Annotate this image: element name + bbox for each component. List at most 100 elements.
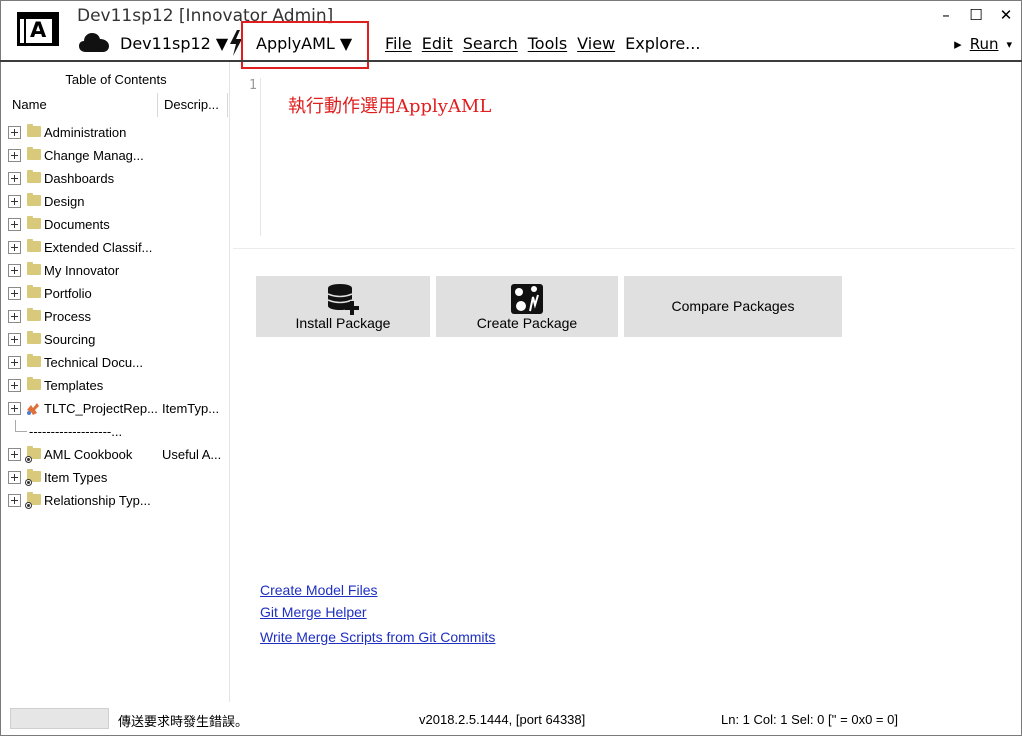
shortcut-badge-icon	[25, 479, 32, 486]
expand-icon[interactable]	[8, 494, 21, 507]
cursor-position: Ln: 1 Col: 1 Sel: 0 ['' = 0x0 = 0]	[721, 712, 898, 727]
app-logo: A	[17, 12, 59, 46]
tree-item-label: Change Manag...	[44, 148, 144, 163]
line-number: 1	[249, 78, 257, 93]
table-of-contents-panel: Table of Contents Name Descrip... Admini…	[1, 62, 229, 702]
tree-item-administration[interactable]: Administration	[1, 121, 229, 144]
install-package-button[interactable]: Install Package	[256, 276, 430, 337]
cloud-icon[interactable]	[79, 31, 109, 53]
folder-icon	[27, 147, 41, 160]
close-button[interactable]: ✕	[998, 6, 1014, 24]
tree-item-dashboards[interactable]: Dashboards	[1, 167, 229, 190]
menu-file[interactable]: File	[385, 34, 412, 53]
column-divider[interactable]	[227, 93, 228, 117]
create-package-label: Create Package	[476, 315, 578, 331]
tree-item-label: Dashboards	[44, 171, 115, 186]
editor-gutter	[260, 78, 261, 236]
expand-icon[interactable]	[8, 402, 21, 415]
window-controls: – ☐ ✕	[938, 6, 1014, 24]
menu-explore[interactable]: Explore...	[625, 34, 700, 53]
expand-icon[interactable]	[8, 333, 21, 346]
folder-icon	[27, 377, 41, 390]
tree-item-templates[interactable]: Templates	[1, 374, 229, 397]
run-label: Run	[969, 35, 999, 53]
menu-tools[interactable]: Tools	[528, 34, 567, 53]
tree-item-label: Extended Classif...	[44, 240, 153, 255]
toc-title: Table of Contents	[65, 72, 167, 87]
menu-view[interactable]: View	[577, 34, 615, 53]
tree-item-label: Templates	[44, 378, 104, 393]
tree-item-label: Sourcing	[44, 332, 96, 347]
expand-icon[interactable]	[8, 126, 21, 139]
expand-icon[interactable]	[8, 287, 21, 300]
shortcut-badge-icon	[25, 456, 32, 463]
tree-connector	[15, 431, 27, 432]
tree-item-documents[interactable]: Documents	[1, 213, 229, 236]
expand-icon[interactable]	[8, 195, 21, 208]
compare-packages-button[interactable]: Compare Packages	[624, 276, 842, 337]
tree-item-label: Design	[44, 194, 85, 209]
tree-item-extended-classification[interactable]: Extended Classif...	[1, 236, 229, 259]
maximize-button[interactable]: ☐	[968, 6, 984, 24]
tree-item-portfolio[interactable]: Portfolio	[1, 282, 229, 305]
tree-item-relationship-types[interactable]: Relationship Typ...	[1, 489, 229, 512]
tree-item-label: Administration	[44, 125, 127, 140]
git-merge-helper-link[interactable]: Git Merge Helper	[260, 604, 367, 620]
tree-item-label: Documents	[44, 217, 110, 232]
column-header-name[interactable]: Name	[12, 97, 47, 112]
expand-icon[interactable]	[8, 471, 21, 484]
folder-icon	[27, 216, 41, 229]
run-dropdown-icon[interactable]: ▾	[1006, 38, 1012, 51]
panel-splitter[interactable]	[229, 62, 230, 702]
tree-item-tltc-projectreport[interactable]: TLTC_ProjectRep... ItemTyp...	[1, 397, 229, 420]
folder-icon	[27, 239, 41, 252]
run-button[interactable]: ▸ Run ▾	[954, 35, 1012, 53]
itemtype-icon	[27, 403, 39, 415]
create-package-icon	[511, 284, 543, 314]
tree-separator-item: -------------------...	[1, 420, 229, 443]
tree-item-label: My Innovator	[44, 263, 120, 278]
tree-item-design[interactable]: Design	[1, 190, 229, 213]
compare-packages-label: Compare Packages	[671, 298, 795, 314]
tree-item-technical-documents[interactable]: Technical Docu...	[1, 351, 229, 374]
folder-icon	[27, 331, 41, 344]
aml-editor[interactable]: 1 執行動作選用ApplyAML	[240, 70, 1015, 246]
menu-edit[interactable]: Edit	[422, 34, 453, 53]
create-model-files-link[interactable]: Create Model Files	[260, 582, 378, 598]
tree-item-description: Useful A...	[162, 447, 222, 462]
tree-item-change-management[interactable]: Change Manag...	[1, 144, 229, 167]
expand-icon[interactable]	[8, 218, 21, 231]
logo-letter: A	[30, 18, 47, 42]
progress-box	[10, 708, 109, 729]
run-arrow-icon: ▸	[954, 35, 962, 53]
expand-icon[interactable]	[8, 310, 21, 323]
column-divider[interactable]	[157, 93, 158, 117]
create-package-button[interactable]: Create Package	[436, 276, 618, 337]
expand-icon[interactable]	[8, 379, 21, 392]
tree-item-process[interactable]: Process	[1, 305, 229, 328]
expand-icon[interactable]	[8, 172, 21, 185]
editor-content[interactable]: 執行動作選用ApplyAML	[288, 92, 491, 118]
tree-item-item-types[interactable]: Item Types	[1, 466, 229, 489]
tree-item-label: AML Cookbook	[44, 447, 133, 462]
expand-icon[interactable]	[8, 448, 21, 461]
tree-item-aml-cookbook[interactable]: AML Cookbook Useful A...	[1, 443, 229, 466]
editor-separator[interactable]	[233, 248, 1015, 249]
tree-item-sourcing[interactable]: Sourcing	[1, 328, 229, 351]
tree-item-my-innovator[interactable]: My Innovator	[1, 259, 229, 282]
menu-search[interactable]: Search	[463, 34, 518, 53]
folder-icon	[27, 170, 41, 183]
database-add-icon	[327, 284, 359, 315]
expand-icon[interactable]	[8, 149, 21, 162]
menu-bar: File Edit Search Tools View Explore...	[385, 34, 700, 53]
minimize-button[interactable]: –	[938, 6, 954, 24]
database-selector[interactable]: Dev11sp12 ▼	[120, 34, 228, 53]
column-header-description[interactable]: Descrip...	[164, 97, 219, 112]
tree-item-label: Item Types	[44, 470, 108, 485]
expand-icon[interactable]	[8, 356, 21, 369]
expand-icon[interactable]	[8, 264, 21, 277]
status-bar: 傳送要求時發生錯誤。 v2018.2.5.1444, [port 64338] …	[0, 702, 1022, 736]
tree-item-label: Technical Docu...	[44, 355, 143, 370]
write-merge-scripts-link[interactable]: Write Merge Scripts from Git Commits	[260, 629, 495, 645]
expand-icon[interactable]	[8, 241, 21, 254]
